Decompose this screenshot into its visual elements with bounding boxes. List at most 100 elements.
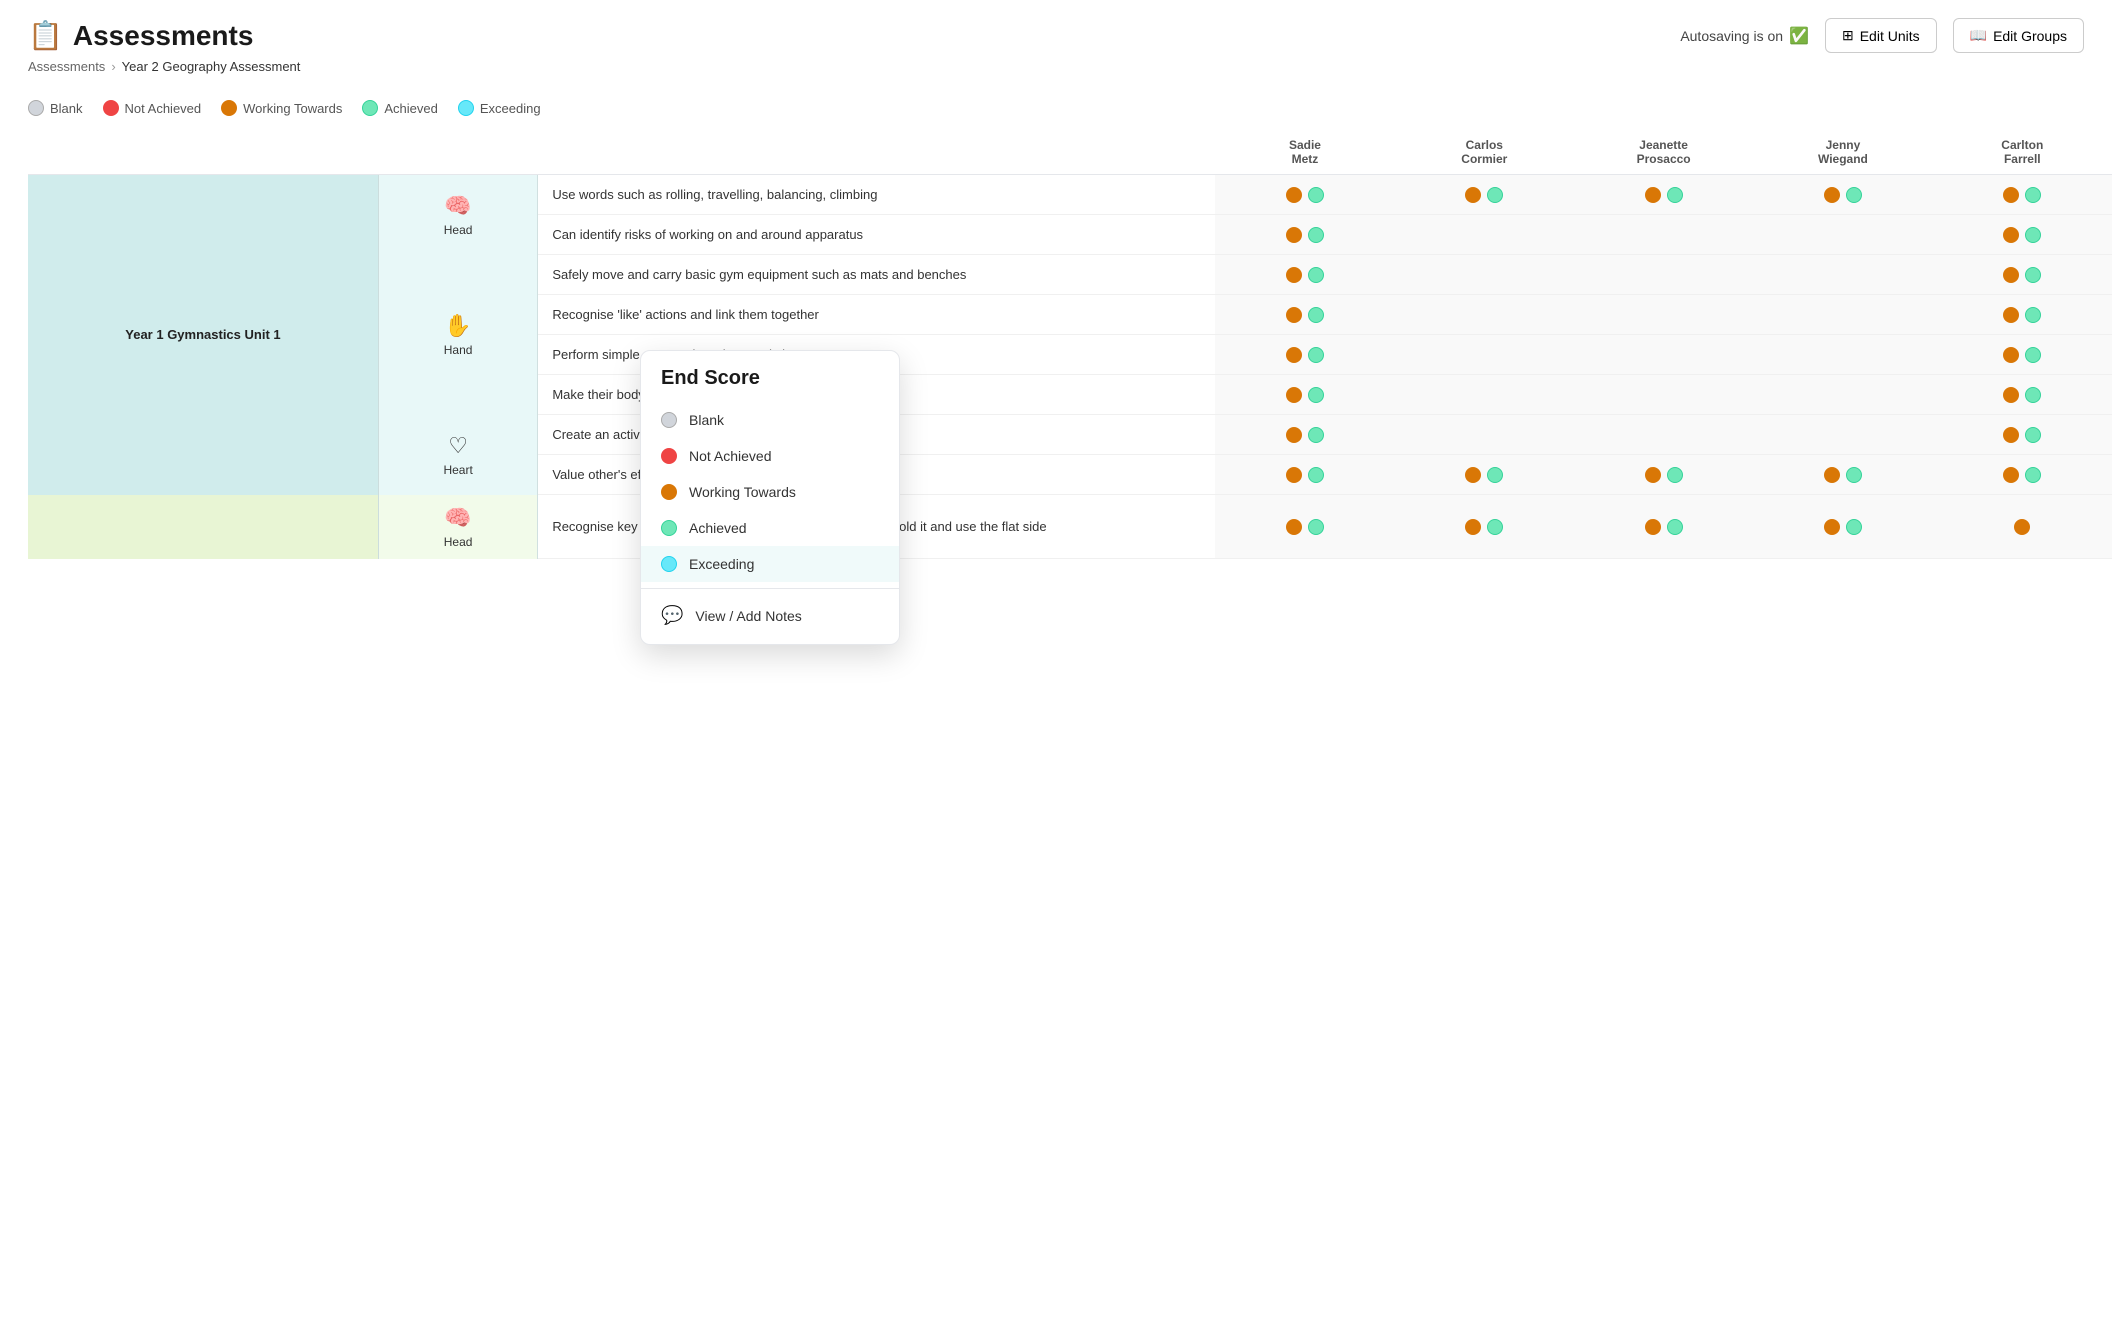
score-cell-carlos[interactable] [1395, 215, 1574, 255]
score-cell-carlos[interactable] [1395, 375, 1574, 415]
working-towards-dot [1286, 267, 1302, 283]
score-cell-sadie[interactable] [1215, 295, 1394, 335]
score-cell-carlton[interactable] [1933, 215, 2112, 255]
header-sadie: SadieMetz [1215, 130, 1394, 175]
achieved-dot [1308, 347, 1324, 363]
score-cell-jeanette[interactable] [1574, 335, 1753, 375]
score-cell-carlton[interactable] [1933, 295, 2112, 335]
score-cell-jeanette[interactable] [1574, 295, 1753, 335]
legend-not-achieved: Not Achieved [103, 100, 202, 116]
working-towards-dot [2003, 387, 2019, 403]
score-cell-jenny[interactable] [1753, 295, 1932, 335]
criteria-cell: Safely move and carry basic gym equipmen… [538, 255, 1215, 295]
score-cell-carlos[interactable] [1395, 455, 1574, 495]
working-towards-dot [1286, 307, 1302, 323]
achieved-dot [1487, 519, 1503, 535]
score-cell-carlos[interactable] [1395, 295, 1574, 335]
score-cell-sadie[interactable] [1215, 375, 1394, 415]
working-towards-dot [1286, 187, 1302, 203]
table-row: 🧠HeadRecognise key features of a hockey … [28, 495, 2112, 559]
score-cell-carlton[interactable] [1933, 495, 2112, 559]
score-cell-jeanette[interactable] [1574, 375, 1753, 415]
score-cell-jeanette[interactable] [1574, 455, 1753, 495]
header-unit-col [28, 130, 538, 175]
score-cell-sadie[interactable] [1215, 215, 1394, 255]
score-cell-jenny[interactable] [1753, 175, 1932, 215]
not-achieved-option-dot [661, 448, 677, 464]
achieved-dot [1308, 187, 1324, 203]
achieved-dot [1846, 187, 1862, 203]
dropdown-divider [641, 588, 899, 589]
score-cell-sadie[interactable] [1215, 335, 1394, 375]
score-cell-carlton[interactable] [1933, 175, 2112, 215]
score-cell-carlton[interactable] [1933, 455, 2112, 495]
score-cell-carlos[interactable] [1395, 175, 1574, 215]
score-cell-carlton[interactable] [1933, 415, 2112, 455]
score-cell-jenny[interactable] [1753, 415, 1932, 455]
section-cell-heart: ♡Heart [378, 415, 537, 495]
score-cell-carlton[interactable] [1933, 335, 2112, 375]
edit-units-icon: ⊞ [1842, 27, 1854, 44]
score-cell-jeanette[interactable] [1574, 415, 1753, 455]
working-towards-option-dot [661, 484, 677, 500]
score-cell-sadie[interactable] [1215, 175, 1394, 215]
breadcrumb-root[interactable]: Assessments [28, 59, 105, 74]
achieved-dot [2025, 387, 2041, 403]
score-cell-carlton[interactable] [1933, 375, 2112, 415]
dropdown-working-towards[interactable]: Working Towards [641, 474, 899, 510]
section-label: Head [387, 535, 529, 549]
legend-achieved: Achieved [362, 100, 437, 116]
score-cell-carlos[interactable] [1395, 415, 1574, 455]
score-cell-carlton[interactable] [1933, 255, 2112, 295]
score-cell-sadie[interactable] [1215, 415, 1394, 455]
section-icon: ♡ [387, 433, 529, 459]
dropdown-achieved[interactable]: Achieved [641, 510, 899, 546]
section-cell-head: 🧠Head [378, 175, 537, 255]
score-cell-jeanette[interactable] [1574, 215, 1753, 255]
working-towards-dot [1465, 519, 1481, 535]
dropdown-exceeding[interactable]: Exceeding [641, 546, 899, 582]
dropdown-notes[interactable]: 💬 View / Add Notes [641, 595, 899, 636]
legend-blank: Blank [28, 100, 83, 116]
autosave-status: Autosaving is on ✅ [1680, 26, 1809, 46]
achieved-dot [1308, 227, 1324, 243]
working-towards-dot [1286, 467, 1302, 483]
working-towards-dot [2003, 347, 2019, 363]
dropdown-title: End Score [641, 367, 899, 402]
score-cell-sadie[interactable] [1215, 495, 1394, 559]
blank-option-dot [661, 412, 677, 428]
score-cell-sadie[interactable] [1215, 255, 1394, 295]
title-icon: 📋 [28, 19, 63, 52]
working-towards-dot [2003, 467, 2019, 483]
working-towards-dot [1824, 187, 1840, 203]
dropdown-blank[interactable]: Blank [641, 402, 899, 438]
blank-dot [28, 100, 44, 116]
score-cell-jenny[interactable] [1753, 215, 1932, 255]
page-title: 📋 Assessments [28, 19, 253, 52]
dropdown-not-achieved[interactable]: Not Achieved [641, 438, 899, 474]
score-cell-carlos[interactable] [1395, 335, 1574, 375]
edit-units-button[interactable]: ⊞ Edit Units [1825, 18, 1937, 53]
score-cell-jenny[interactable] [1753, 255, 1932, 295]
score-cell-carlos[interactable] [1395, 255, 1574, 295]
header-left: 📋 Assessments [28, 19, 253, 52]
score-cell-sadie[interactable] [1215, 455, 1394, 495]
score-cell-jenny[interactable] [1753, 455, 1932, 495]
score-cell-jeanette[interactable] [1574, 255, 1753, 295]
score-cell-jeanette[interactable] [1574, 495, 1753, 559]
score-cell-jenny[interactable] [1753, 335, 1932, 375]
edit-groups-icon: 📖 [1970, 27, 1987, 44]
score-cell-jeanette[interactable] [1574, 175, 1753, 215]
working-towards-dot [1465, 187, 1481, 203]
achieved-dot [1667, 519, 1683, 535]
achieved-dot [1308, 267, 1324, 283]
working-towards-dot [2003, 427, 2019, 443]
edit-groups-button[interactable]: 📖 Edit Groups [1953, 18, 2084, 53]
section-cell-head2: 🧠Head [378, 495, 537, 559]
legend-working-towards: Working Towards [221, 100, 342, 116]
working-towards-dot [1286, 387, 1302, 403]
exceeding-dot [458, 100, 474, 116]
score-cell-jenny[interactable] [1753, 375, 1932, 415]
score-cell-carlos[interactable] [1395, 495, 1574, 559]
score-cell-jenny[interactable] [1753, 495, 1932, 559]
